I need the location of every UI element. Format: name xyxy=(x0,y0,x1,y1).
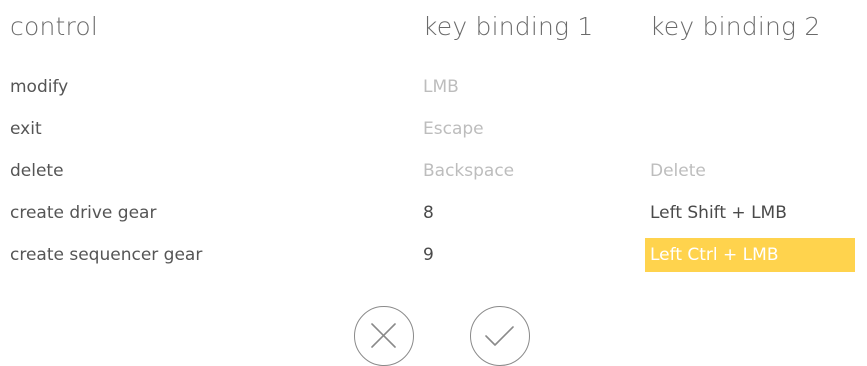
key-binding-2-cell xyxy=(645,70,855,104)
header-control: control xyxy=(10,12,99,41)
dialog-actions xyxy=(0,306,867,366)
cancel-button[interactable] xyxy=(354,306,414,366)
header-key-binding-2: key binding 2 xyxy=(650,12,821,41)
key-binding-2-cell[interactable]: Left Shift + LMB xyxy=(645,196,855,230)
control-name: exit xyxy=(10,119,42,139)
key-binding-2-cell xyxy=(645,112,855,146)
key-binding-1-cell[interactable]: 9 xyxy=(423,238,623,272)
key-bindings-screen: control key binding 1 key binding 2 modi… xyxy=(0,0,867,366)
key-binding-1-cell[interactable]: 8 xyxy=(423,196,623,230)
key-binding-1-cell: LMB xyxy=(423,77,459,97)
bindings-header: control key binding 1 key binding 2 xyxy=(0,12,867,46)
binding-row-exit: exit Escape xyxy=(0,112,867,154)
key-binding-2-cell: Delete xyxy=(650,161,706,181)
control-name: modify xyxy=(10,77,69,97)
key-binding-2-cell-selected[interactable]: Left Ctrl + LMB xyxy=(645,238,855,272)
control-name: create drive gear xyxy=(10,203,157,223)
close-icon xyxy=(371,323,396,348)
binding-row-modify: modify LMB xyxy=(0,70,867,112)
binding-row-delete: delete Backspace Delete xyxy=(0,154,867,196)
header-key-binding-1: key binding 1 xyxy=(423,12,594,41)
control-name: delete xyxy=(10,161,64,181)
control-name: create sequencer gear xyxy=(10,245,203,265)
binding-row-create-drive-gear: create drive gear 8 Left Shift + LMB xyxy=(0,196,867,238)
check-icon xyxy=(485,326,514,346)
key-binding-1-cell: Escape xyxy=(423,119,484,139)
bindings-list: modify LMB exit Escape delete Backspace … xyxy=(0,70,867,280)
key-binding-1-cell: Backspace xyxy=(423,161,515,181)
confirm-button[interactable] xyxy=(470,306,530,366)
binding-row-create-sequencer-gear: create sequencer gear 9 Left Ctrl + LMB xyxy=(0,238,867,280)
